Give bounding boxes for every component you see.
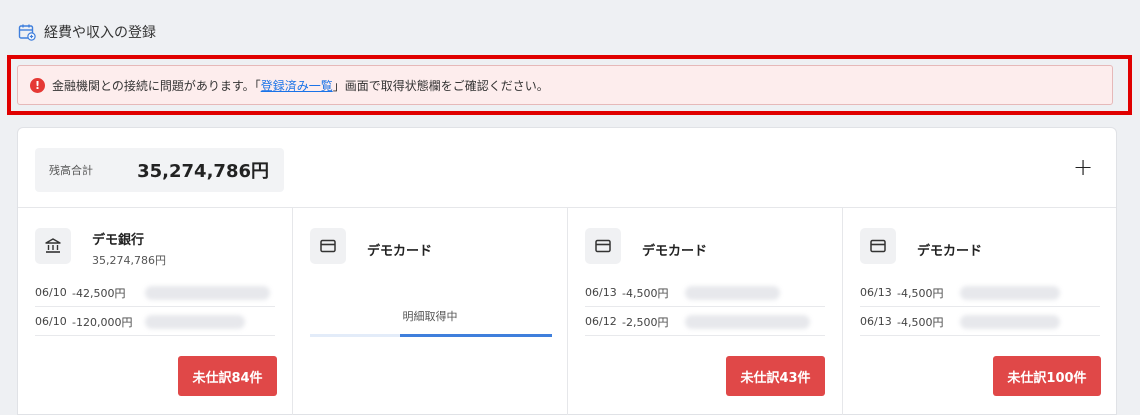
transaction-date: 06/13	[585, 286, 617, 299]
account-cards: デモ銀行 35,274,786円 06/10 -42,500円 06/10 -1…	[18, 207, 1116, 415]
transaction-amount: -120,000円	[72, 315, 133, 329]
unsorted-entries-button[interactable]: 未仕訳43件	[726, 356, 825, 396]
transaction-description-redacted	[685, 314, 810, 329]
account-name: デモカード	[917, 244, 983, 259]
transaction-amount: -4,500円	[897, 315, 944, 329]
bank-icon	[35, 228, 71, 264]
transaction-amount: -4,500円	[622, 286, 669, 300]
registered-list-link[interactable]: 登録済み一覧	[261, 77, 333, 94]
transaction-row: 06/13 -4,500円	[585, 279, 825, 307]
transaction-row: 06/12 -2,500円	[585, 308, 825, 336]
transaction-date: 06/13	[860, 286, 892, 299]
transaction-description-redacted	[145, 285, 270, 300]
transaction-amount: -42,500円	[72, 286, 126, 300]
transaction-amount: -4,500円	[897, 286, 944, 300]
credit-card-icon	[310, 228, 346, 264]
transaction-description-redacted	[685, 285, 780, 300]
transaction-amount: -2,500円	[622, 315, 669, 329]
account-card[interactable]: デモカード 06/13 -4,500円 06/12 -2,500円 未仕訳43件	[568, 208, 843, 415]
fetch-progress-fill	[399, 334, 552, 337]
transaction-row: 06/10 -120,000円	[35, 308, 275, 336]
account-balance: 35,274,786円	[92, 254, 166, 267]
account-card[interactable]: デモカード 06/13 -4,500円 06/13 -4,500円 未仕訳100…	[843, 208, 1116, 415]
alert-banner: ! 金融機関との接続に問題があります。「 登録済み一覧 」画面で取得状態欄をご確認く…	[17, 65, 1113, 105]
transaction-date: 06/13	[860, 315, 892, 328]
account-card[interactable]: デモ銀行 35,274,786円 06/10 -42,500円 06/10 -1…	[18, 208, 293, 415]
transaction-row: 06/13 -4,500円	[860, 308, 1100, 336]
balance-total-value: 35,274,786円	[137, 161, 269, 182]
page-title: 経費や収入の登録	[44, 25, 156, 41]
balance-total-label: 残高合計	[49, 164, 93, 177]
transaction-description-redacted	[145, 314, 245, 329]
alert-text-before: 金融機関との接続に問題があります。「	[52, 78, 261, 93]
error-icon: !	[30, 77, 45, 93]
transaction-row: 06/10 -42,500円	[35, 279, 275, 307]
account-name: デモ銀行	[92, 233, 145, 248]
account-name: デモカード	[642, 244, 708, 259]
transaction-description-redacted	[960, 314, 1060, 329]
transaction-date: 06/10	[35, 315, 67, 328]
transaction-date: 06/10	[35, 286, 67, 299]
calendar-icon	[18, 23, 36, 41]
fetching-status: 明細取得中	[402, 310, 458, 323]
balance-total: 残高合計 35,274,786円	[35, 148, 284, 192]
account-card[interactable]: デモカード 明細取得中	[293, 208, 568, 415]
fetch-progress-bar	[310, 334, 552, 337]
credit-card-icon	[860, 228, 896, 264]
transaction-date: 06/12	[585, 315, 617, 328]
account-name: デモカード	[367, 244, 433, 259]
unsorted-entries-button[interactable]: 未仕訳84件	[178, 356, 277, 396]
add-account-button[interactable]: +	[1072, 155, 1094, 179]
unsorted-entries-button[interactable]: 未仕訳100件	[993, 356, 1101, 396]
transaction-description-redacted	[960, 285, 1060, 300]
transaction-row: 06/13 -4,500円	[860, 279, 1100, 307]
section-header: 経費や収入の登録	[18, 22, 156, 42]
accounts-panel: 残高合計 35,274,786円 + デモ銀行 35,274,786円 06/1…	[17, 127, 1117, 415]
credit-card-icon	[585, 228, 621, 264]
alert-text-after: 」画面で取得状態欄をご確認ください。	[332, 78, 549, 93]
